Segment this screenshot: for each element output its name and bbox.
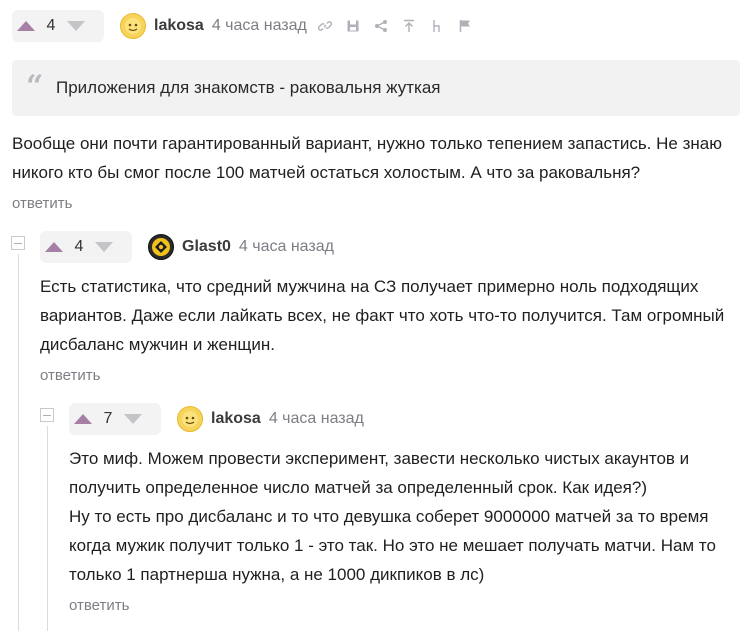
quote-icon: “ [26,69,44,104]
comment-time[interactable]: 4 часа назад [269,410,364,428]
collapse-icon[interactable] [11,236,25,250]
downvote-button[interactable] [119,403,147,435]
upvote-button[interactable] [12,10,40,42]
share-icon[interactable] [372,17,390,35]
comment-text-line: получить определенное число матчей за оп… [69,478,648,497]
vote-count: 4 [46,17,56,34]
comment-text: Есть статистика, что средний мужчина на … [40,272,745,359]
branch-icon[interactable] [428,17,446,35]
avatar[interactable] [148,234,174,260]
comment-text-line: дисбаланс мужчин и женщин. [40,335,275,354]
comment-text-line: вариантов. Даже если лайкать всех, не фа… [40,306,725,325]
avatar[interactable] [177,406,203,432]
arrow-down-icon [95,242,113,252]
comment-time[interactable]: 4 часа назад [212,17,307,35]
comment-header: lakosa 4 часа назад [177,406,364,432]
reply-link[interactable]: ответить [12,195,72,212]
vote-widget: 4 [12,10,104,42]
arrow-up-icon [17,21,35,31]
collapse-icon[interactable] [40,408,54,422]
comment-text-line: никого кто бы смог после 100 матчей оста… [12,163,641,182]
upvote-button[interactable] [40,231,68,263]
arrow-up-icon [45,242,63,252]
arrow-down-icon [67,21,85,31]
arrow-down-icon [124,414,142,424]
comment-text-line: Вообще они почти гарантированный вариант… [12,134,722,153]
reply-link[interactable]: ответить [40,367,100,384]
comment-text-line: Ну то есть про дисбаланс и то что девушк… [69,507,709,526]
quote-text: Приложения для знакомств - раковальня жу… [56,78,441,97]
downvote-button[interactable] [62,10,90,42]
comment-text-line: когда мужик получит только 1 - это так. … [69,536,716,555]
arrow-up-icon [74,414,92,424]
save-icon[interactable] [344,17,362,35]
comment-text-line: только 1 партнерша нужна, а не 1000 дикп… [69,565,485,584]
comment-tools [316,17,474,35]
vote-widget: 7 [69,403,161,435]
avatar-badge-icon [152,238,170,256]
comment-text: Это миф. Можем провести эксперимент, зав… [69,444,747,589]
author-name[interactable]: lakosa [154,17,204,35]
vote-count: 7 [103,410,113,427]
pin-top-icon[interactable] [400,17,418,35]
vote-widget: 4 [40,231,132,263]
comment-header: lakosa 4 часа назад [120,13,307,39]
upvote-button[interactable] [69,403,97,435]
flag-icon[interactable] [456,17,474,35]
downvote-button[interactable] [90,231,118,263]
author-name[interactable]: lakosa [211,410,261,428]
thread-line[interactable] [47,426,48,631]
link-icon[interactable] [316,17,334,35]
quote-block: “ Приложения для знакомств - раковальня … [12,60,740,116]
comment-header: Glast0 4 часа назад [148,234,334,260]
thread-line[interactable] [18,254,19,631]
reply-link[interactable]: ответить [69,597,129,614]
avatar[interactable] [120,13,146,39]
avatar-face-icon [182,411,198,427]
comment-text-line: Есть статистика, что средний мужчина на … [40,277,699,296]
author-name[interactable]: Glast0 [182,238,231,256]
avatar-face-icon [125,18,141,34]
comment-time[interactable]: 4 часа назад [239,238,334,256]
comment-text-line: Это миф. Можем провести эксперимент, зав… [69,449,690,468]
comment-text: Вообще они почти гарантированный вариант… [12,129,742,187]
vote-count: 4 [74,238,84,255]
